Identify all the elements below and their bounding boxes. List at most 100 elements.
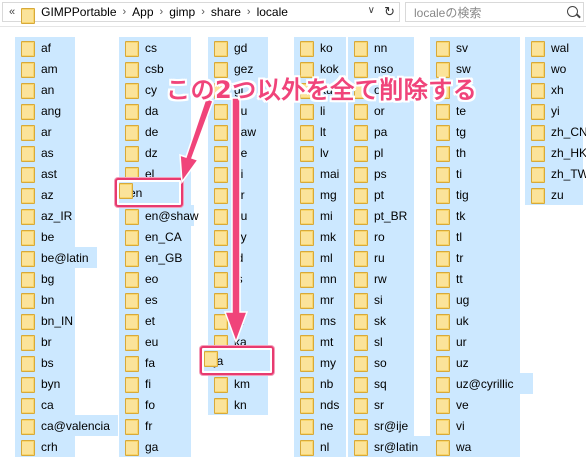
folder-item[interactable]: it xyxy=(208,289,268,310)
folder-item[interactable]: nn xyxy=(348,37,414,58)
folder-item[interactable]: yi xyxy=(525,100,583,121)
folder-item[interactable]: hi xyxy=(208,163,268,184)
folder-item[interactable]: ru xyxy=(348,247,414,268)
folder-item[interactable]: en_CA xyxy=(119,226,191,247)
folder-item[interactable]: ms xyxy=(294,310,346,331)
folder-item[interactable]: hr xyxy=(208,184,268,205)
folder-item[interactable]: xh xyxy=(525,79,583,100)
folder-item[interactable]: ja xyxy=(208,310,268,331)
folder-item[interactable]: eu xyxy=(119,331,191,352)
folder-item[interactable]: is xyxy=(208,268,268,289)
folder-item[interactable]: be xyxy=(15,226,75,247)
folder-item[interactable]: bn xyxy=(15,289,75,310)
breadcrumb-separator-icon[interactable]: › xyxy=(160,6,164,18)
folder-item[interactable]: gd xyxy=(208,37,268,58)
folder-item[interactable]: tg xyxy=(430,121,520,142)
folder-item[interactable]: wal xyxy=(525,37,583,58)
folder-item[interactable]: af xyxy=(15,37,75,58)
breadcrumb-separator-icon[interactable]: › xyxy=(201,6,205,18)
folder-item[interactable]: ti xyxy=(430,163,520,184)
folder-item[interactable]: as xyxy=(15,142,75,163)
folder-item[interactable]: th xyxy=(430,142,520,163)
folder-item[interactable]: hy xyxy=(208,226,268,247)
folder-item[interactable]: mk xyxy=(294,226,346,247)
folder-item[interactable]: sr@ije xyxy=(348,415,414,436)
folder-item[interactable]: ml xyxy=(294,247,346,268)
folder-item[interactable]: bg xyxy=(15,268,75,289)
folder-item[interactable]: sk xyxy=(348,310,414,331)
folder-item[interactable]: ve xyxy=(430,394,520,415)
breadcrumb-locale[interactable]: locale xyxy=(257,5,288,19)
folder-item[interactable]: ps xyxy=(348,163,414,184)
refresh-icon[interactable]: ↻ xyxy=(384,4,395,20)
folder-item[interactable]: mg xyxy=(294,184,346,205)
folder-item[interactable]: crh xyxy=(15,436,75,457)
folder-item[interactable]: kn xyxy=(208,394,268,415)
folder-item[interactable]: mai xyxy=(294,163,346,184)
folder-item[interactable]: tk xyxy=(430,205,520,226)
folder-item[interactable]: km xyxy=(208,373,268,394)
chevron-down-icon[interactable]: ∨ xyxy=(368,5,375,16)
folder-item[interactable]: ko xyxy=(294,37,346,58)
folder-item[interactable]: mi xyxy=(294,205,346,226)
folder-item[interactable]: lt xyxy=(294,121,346,142)
address-bar[interactable]: « GIMPPortable › App › gimp › share › lo… xyxy=(2,2,400,24)
folder-item[interactable]: dz xyxy=(119,142,191,163)
folder-item[interactable]: en@shaw xyxy=(119,205,199,226)
folder-item[interactable]: am xyxy=(15,58,75,79)
folder-item[interactable]: hu xyxy=(208,205,268,226)
folder-item[interactable]: fa xyxy=(119,352,191,373)
folder-item[interactable]: bs xyxy=(15,352,75,373)
search-input[interactable] xyxy=(412,5,566,21)
folder-item[interactable]: so xyxy=(348,352,414,373)
folder-item[interactable]: tr xyxy=(430,247,520,268)
folder-item[interactable]: sr@latin xyxy=(348,436,430,457)
folder-item[interactable]: ca xyxy=(15,394,75,415)
folder-item[interactable]: bn_IN xyxy=(15,310,75,331)
breadcrumb-separator-icon[interactable]: › xyxy=(123,6,127,18)
folder-item[interactable]: id xyxy=(208,247,268,268)
folder-item[interactable]: ga xyxy=(119,436,191,457)
folder-item[interactable]: zu xyxy=(525,184,583,205)
folder-item[interactable]: uz xyxy=(430,352,520,373)
folder-item[interactable]: wo xyxy=(525,58,583,79)
search-box[interactable] xyxy=(405,2,584,22)
folder-item[interactable]: my xyxy=(294,352,346,373)
folder-item[interactable]: et xyxy=(119,310,191,331)
highlight-ja[interactable]: ja xyxy=(200,346,274,375)
overflow-chevron-icon[interactable]: « xyxy=(9,6,15,18)
folder-item[interactable]: pa xyxy=(348,121,414,142)
folder-item[interactable]: tig xyxy=(430,184,520,205)
folder-item[interactable]: fo xyxy=(119,394,191,415)
folder-item[interactable]: sl xyxy=(348,331,414,352)
folder-item[interactable]: si xyxy=(348,289,414,310)
folder-item[interactable]: byn xyxy=(15,373,75,394)
folder-item[interactable]: ur xyxy=(430,331,520,352)
folder-item[interactable]: an xyxy=(15,79,75,100)
highlight-en[interactable]: en xyxy=(115,178,183,207)
folder-item[interactable]: zh_HK xyxy=(525,142,586,163)
folder-item[interactable]: ro xyxy=(348,226,414,247)
folder-item[interactable]: az xyxy=(15,184,75,205)
folder-item[interactable]: tt xyxy=(430,268,520,289)
breadcrumb-gimp[interactable]: gimp xyxy=(169,5,195,19)
folder-item[interactable]: es xyxy=(119,289,191,310)
folder-item[interactable]: az_IR xyxy=(15,205,75,226)
folder-item[interactable]: pl xyxy=(348,142,414,163)
folder-item[interactable]: sv xyxy=(430,37,520,58)
folder-item[interactable]: vi xyxy=(430,415,520,436)
folder-item[interactable]: wa xyxy=(430,436,520,457)
folder-item[interactable]: nl xyxy=(294,436,346,457)
folder-item[interactable]: he xyxy=(208,142,268,163)
folder-item[interactable]: en_GB xyxy=(119,247,191,268)
folder-item[interactable]: nds xyxy=(294,394,346,415)
folder-item[interactable]: lv xyxy=(294,142,346,163)
folder-item[interactable]: sr xyxy=(348,394,414,415)
folder-item[interactable]: pt_BR xyxy=(348,205,414,226)
folder-item[interactable]: de xyxy=(119,121,191,142)
folder-item[interactable]: mn xyxy=(294,268,346,289)
folder-item[interactable]: zh_TW xyxy=(525,163,586,184)
breadcrumb-gimpportable[interactable]: GIMPPortable xyxy=(41,5,116,19)
folder-item[interactable]: pt xyxy=(348,184,414,205)
folder-item[interactable]: mr xyxy=(294,289,346,310)
